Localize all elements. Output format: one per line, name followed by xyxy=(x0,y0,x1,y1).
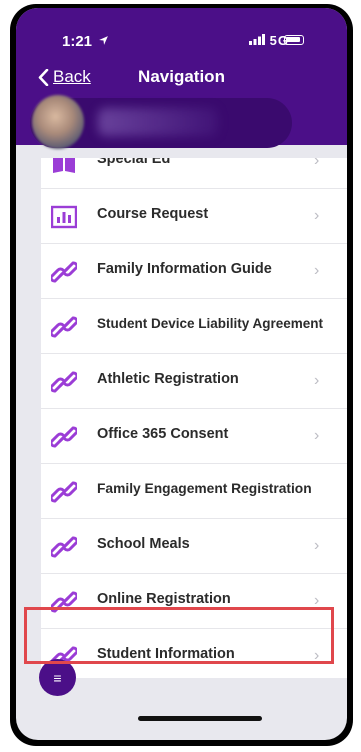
list-item-school-meals[interactable]: School Meals › xyxy=(41,519,347,574)
signal-bars-icon xyxy=(249,34,265,45)
chevron-right-icon: › xyxy=(314,158,320,169)
list-item-label: Family Information Guide xyxy=(97,261,272,277)
list-item-course-request[interactable]: Course Request › xyxy=(41,189,347,244)
list-item-special-ed[interactable]: Special Ed › xyxy=(41,158,347,189)
list-item-family-information-guide[interactable]: Family Information Guide › xyxy=(41,244,347,299)
chevron-right-icon: › xyxy=(314,427,320,444)
link-icon xyxy=(51,481,77,503)
menu-button[interactable]: ≡ xyxy=(39,659,76,696)
page-title: Navigation xyxy=(138,67,225,86)
link-icon xyxy=(51,261,77,283)
navigation-list: Special Ed › Course Request › Family Inf… xyxy=(41,158,347,678)
chart-icon xyxy=(51,205,77,229)
highlight-box xyxy=(24,607,334,664)
list-item-family-engagement-registration[interactable]: Family Engagement Registration xyxy=(41,464,347,519)
list-item-label: School Meals xyxy=(97,536,190,552)
chevron-right-icon: › xyxy=(314,537,320,554)
link-icon xyxy=(51,371,77,393)
list-item-student-device-liability-agreement[interactable]: Student Device Liability Agreement xyxy=(41,299,347,354)
battery-icon xyxy=(284,35,304,45)
status-time: 1:21 xyxy=(62,33,109,50)
chevron-right-icon: › xyxy=(314,262,320,279)
location-arrow-icon xyxy=(99,36,109,45)
nav-header: Back Navigation xyxy=(16,63,347,93)
list-item-office-365-consent[interactable]: Office 365 Consent › xyxy=(41,409,347,464)
signal-indicator: 5G xyxy=(249,33,289,48)
list-item-athletic-registration[interactable]: Athletic Registration › xyxy=(41,354,347,409)
link-icon xyxy=(51,536,77,558)
list-item-label: Online Registration xyxy=(97,591,231,607)
list-item-label: Student Device Liability Agreement xyxy=(97,316,324,331)
chevron-right-icon: › xyxy=(314,372,320,389)
chevron-right-icon: › xyxy=(314,207,320,224)
blurred-profile-name xyxy=(98,108,218,136)
list-item-label: Office 365 Consent xyxy=(97,426,229,442)
list-item-label: Athletic Registration xyxy=(97,371,239,387)
menu-icon: ≡ xyxy=(53,669,62,686)
book-icon xyxy=(53,158,75,173)
link-icon xyxy=(51,426,77,448)
link-icon xyxy=(51,316,77,338)
list-item-label: Family Engagement Registration xyxy=(97,481,312,496)
list-item-label: Special Ed xyxy=(97,158,171,167)
list-item-label: Course Request xyxy=(97,206,209,222)
status-bar: 1:21 5G xyxy=(16,8,347,58)
avatar xyxy=(32,95,84,149)
home-indicator[interactable] xyxy=(138,716,262,721)
